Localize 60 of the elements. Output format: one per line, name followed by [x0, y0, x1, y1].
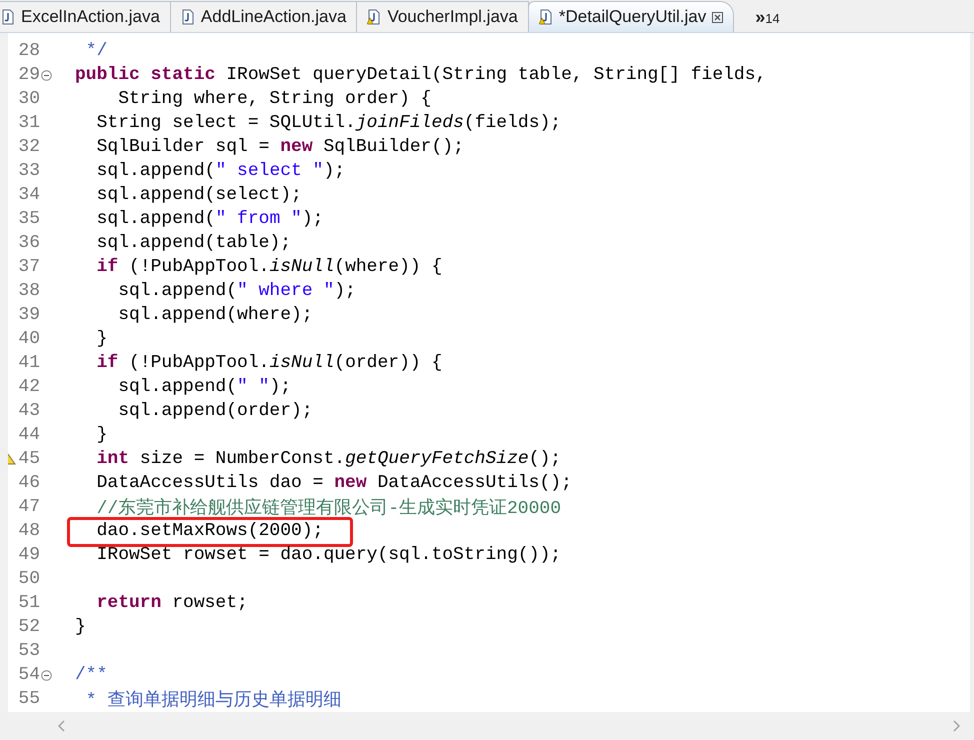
- editor-tab[interactable]: *DetailQueryUtil.jav: [528, 1, 734, 32]
- line-number: 39: [17, 305, 40, 325]
- collapse-icon[interactable]: [41, 670, 52, 680]
- line-number: 41: [17, 353, 40, 373]
- code-line: if (!PubAppTool.isNull(order)) {: [96, 353, 442, 373]
- line-number: 52: [17, 617, 40, 637]
- line-number: 40: [17, 329, 40, 349]
- line-number: 28: [17, 41, 40, 61]
- code-line: return rowset;: [96, 593, 248, 613]
- line-number: 34: [17, 185, 40, 205]
- code-comment: //东莞市补给舰供应链管理有限公司-生成实时凭证20000: [96, 496, 562, 519]
- line-number: 55: [17, 689, 40, 709]
- code-line: sql.append(where);: [117, 305, 313, 325]
- line-number: 38: [17, 281, 40, 301]
- code-line: }: [96, 425, 108, 445]
- line-number: 42: [17, 377, 40, 397]
- code-comment: /**: [75, 665, 108, 685]
- more-tabs-glyph[interactable]: »: [755, 8, 766, 26]
- code-line: SqlBuilder sql = new SqlBuilder();: [96, 137, 464, 157]
- code-line: sql.append(" where ");: [117, 281, 356, 301]
- code-line: }: [75, 617, 86, 637]
- line-number: 29: [17, 65, 40, 85]
- code-comment: */: [84, 41, 108, 61]
- code-line: sql.append(select);: [96, 185, 302, 205]
- code-comment: * 查询单据明细与历史单据明细: [84, 689, 342, 711]
- line-number: 45: [17, 449, 40, 469]
- line-number: 48: [17, 521, 40, 541]
- line-number: 32: [17, 137, 40, 157]
- code-line: sql.append(table);: [96, 233, 292, 253]
- line-number: 54: [17, 665, 40, 685]
- code-line: DataAccessUtils dao = new DataAccessUtils();: [96, 473, 572, 493]
- line-number: 49: [17, 545, 40, 565]
- code-line: String select = SQLUtil.joinFileds(fields);: [96, 113, 562, 133]
- line-number: 43: [17, 401, 40, 421]
- line-number: 46: [17, 473, 40, 493]
- code-line: IRowSet rowset = dao.query(sql.toString());: [96, 545, 562, 565]
- code-line: sql.append(order);: [117, 401, 313, 421]
- line-number: 33: [17, 161, 40, 181]
- line-number: 44: [17, 425, 40, 445]
- line-number: 36: [17, 233, 40, 253]
- code-line: dao.setMaxRows(2000);: [96, 521, 324, 541]
- code-line: String where, String order) {: [117, 89, 432, 109]
- line-number: 50: [17, 569, 40, 589]
- code-line: }: [96, 329, 108, 349]
- hidden-tab-count: 14: [765, 11, 780, 26]
- code-line: sql.append(" from ");: [96, 209, 324, 229]
- line-number: 47: [17, 497, 40, 517]
- code-line: sql.append(" ");: [117, 377, 292, 397]
- line-number: 53: [17, 641, 40, 661]
- line-number: 51: [17, 593, 40, 613]
- code-line: public static IRowSet queryDetail(String table, String[] fields,: [75, 65, 766, 85]
- code-line: sql.append(" select ");: [96, 161, 346, 181]
- code-line: int size = NumberConst.getQueryFetchSize();: [96, 449, 562, 469]
- line-number: 30: [17, 89, 40, 109]
- line-number: 35: [17, 209, 40, 229]
- code-line: if (!PubAppTool.isNull(where)) {: [96, 257, 442, 277]
- line-number: 37: [17, 257, 40, 277]
- close-icon[interactable]: [712, 12, 724, 22]
- line-number: 31: [17, 113, 40, 133]
- collapse-icon[interactable]: [41, 70, 52, 80]
